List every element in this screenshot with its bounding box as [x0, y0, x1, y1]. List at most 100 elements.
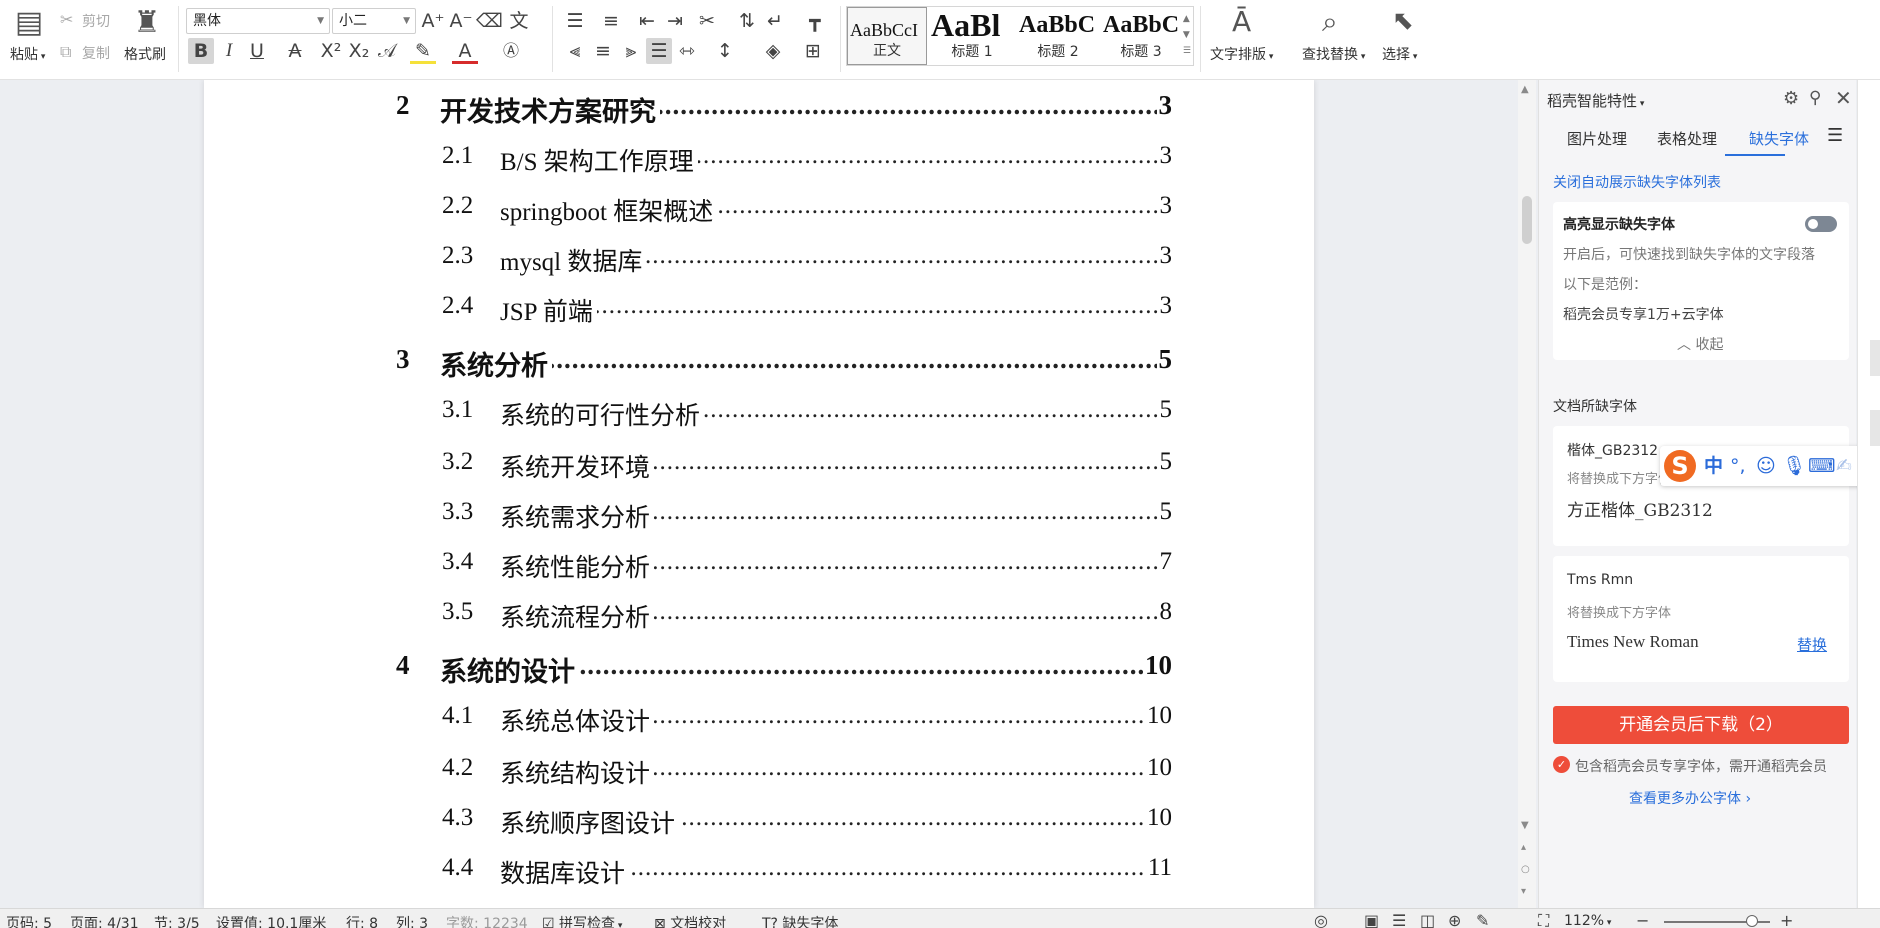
zoom-out-icon[interactable]: − [1636, 911, 1649, 928]
borders-icon[interactable]: ⊞ [800, 38, 826, 64]
select-browse-icon[interactable]: ○ [1521, 864, 1530, 875]
toc-entry[interactable]: 2.2 springboot 框架概述......................… [204, 186, 1314, 228]
style-heading-1[interactable]: AaBl 标题 1 [929, 7, 1015, 65]
auto-show-toggle-link[interactable]: 关闭自动展示缺失字体列表 [1553, 172, 1721, 192]
eye-protect-icon[interactable]: ◎ [1314, 911, 1328, 928]
web-view-icon[interactable]: ⊕ [1448, 911, 1461, 928]
next-page-icon[interactable]: ▾ [1521, 886, 1526, 897]
word-count[interactable]: 字数: 12234 [446, 913, 528, 928]
style-normal[interactable]: AaBbCcI 正文 [847, 7, 927, 65]
microphone-icon[interactable]: 🎙 [1782, 454, 1806, 478]
rail-tab[interactable] [1870, 340, 1880, 376]
gear-icon[interactable]: ⚙ [1783, 88, 1799, 109]
underline-button[interactable]: U [244, 38, 270, 64]
doc-proof-button[interactable]: ⊠ 文档校对 [654, 913, 726, 928]
decrease-indent-icon[interactable]: ⇤ [634, 8, 660, 34]
justify-icon[interactable]: ☰ [646, 38, 672, 64]
toc-entry[interactable]: 2.4 JSP 前端...............................… [204, 286, 1314, 328]
toc-entry[interactable]: 2.3 mysql 数据库............................… [204, 236, 1314, 278]
outline-view-icon[interactable]: ☰ [1392, 911, 1406, 928]
collapse-button[interactable]: ︿ 收起 [1677, 334, 1723, 354]
text-effect-icon[interactable]: 𝒜 [374, 38, 400, 64]
font-size-select[interactable]: 小二 ▼ [332, 8, 416, 34]
style-heading-3[interactable]: AaBbC 标题 3 [1101, 7, 1181, 65]
show-marks-icon[interactable]: ↵ [762, 8, 788, 34]
position-indicator[interactable]: 设置值: 10.1厘米 [216, 913, 326, 928]
toc-entry[interactable]: 3.1 系统的可行性分析.............................… [204, 390, 1314, 432]
paste-button[interactable]: 粘贴 ▾ [10, 46, 45, 66]
page-indicator[interactable]: 页面: 4/31 [70, 913, 139, 928]
chinese-layout-icon[interactable]: ✂ [694, 8, 720, 34]
subscript-button[interactable]: X₂ [346, 38, 372, 64]
grow-font-icon[interactable]: A⁺ [420, 8, 446, 34]
line-spacing-icon[interactable]: ↕ [712, 38, 738, 64]
styles-scroll-icon[interactable]: ▲ ▼ ☰ [1183, 11, 1191, 59]
toc-entry[interactable]: 3.5 系统流程分析...............................… [204, 592, 1314, 634]
section-indicator[interactable]: 节: 3/5 [154, 913, 200, 928]
close-icon[interactable]: ✕ [1835, 86, 1852, 110]
bullet-list-icon[interactable]: ☰ [562, 8, 588, 34]
reading-view-icon[interactable]: ◫ [1420, 911, 1435, 928]
handwriting-icon[interactable]: ✍ [1836, 454, 1852, 478]
format-painter-button[interactable]: 格式刷 [124, 46, 166, 64]
missing-font-status[interactable]: T? 缺失字体 [762, 913, 838, 928]
paste-icon[interactable]: ▤ [14, 8, 44, 38]
sort-icon[interactable]: ⇅ [734, 8, 760, 34]
toc-entry[interactable]: 3 系统分析...................................… [204, 338, 1314, 383]
find-replace-button[interactable]: 查找替换 ▾ [1302, 46, 1365, 66]
page-code[interactable]: 页码: 5 [6, 913, 52, 928]
align-right-icon[interactable]: ⫸ [618, 38, 644, 64]
toc-entry[interactable]: 3.2 系统开发环境...............................… [204, 442, 1314, 484]
tab-missing-font[interactable]: 缺失字体 [1749, 128, 1809, 149]
prev-page-icon[interactable]: ▴ [1521, 842, 1526, 853]
strikethrough-button[interactable]: A [282, 38, 308, 64]
scroll-down-icon[interactable]: ▼ [1521, 820, 1529, 831]
ime-punctuation-toggle[interactable]: °, [1730, 454, 1746, 478]
page-view-icon[interactable]: ▣ [1364, 911, 1379, 928]
text-layout-button[interactable]: 文字排版 ▾ [1210, 46, 1273, 66]
toc-entry[interactable]: 系统的实现 [204, 898, 1314, 908]
toc-entry[interactable]: 4.2 系统结构设计...............................… [204, 748, 1314, 790]
cut-button[interactable]: 剪切 [82, 13, 110, 31]
highlight-toggle[interactable] [1805, 216, 1837, 232]
panel-title[interactable]: 稻壳智能特性 ▾ [1547, 90, 1644, 111]
tab-image[interactable]: 图片处理 [1567, 128, 1627, 149]
scroll-up-icon[interactable]: ▲ [1521, 84, 1529, 95]
menu-icon[interactable]: ☰ [1827, 125, 1843, 146]
toc-entry[interactable]: 3.4 系统性能分析...............................… [204, 542, 1314, 584]
font-color-button[interactable]: A [452, 38, 478, 64]
align-left-icon[interactable]: ⫷ [562, 38, 588, 64]
toc-entry[interactable]: 3.3 系统需求分析...............................… [204, 492, 1314, 534]
highlight-color-button[interactable]: ✎ [410, 38, 436, 64]
numbered-list-icon[interactable]: ≡ [598, 8, 624, 34]
fit-page-icon[interactable]: ⛶ [1538, 911, 1549, 928]
copy-button[interactable]: 复制 [82, 45, 110, 63]
ime-mode-toggle[interactable]: 中 [1704, 454, 1723, 478]
zoom-in-icon[interactable]: + [1780, 911, 1793, 928]
style-heading-2[interactable]: AaBbC 标题 2 [1017, 7, 1099, 65]
bold-button[interactable]: B [188, 38, 214, 64]
align-center-icon[interactable]: ≡ [590, 38, 616, 64]
phonetic-icon[interactable]: 文 [506, 8, 532, 34]
zoom-slider-handle[interactable] [1746, 915, 1758, 927]
ime-toolbar[interactable]: S 中 °, ☺ 🎙 ⌨ ✍ 👕 [1660, 446, 1880, 486]
pin-icon[interactable]: ⚲ [1809, 88, 1821, 108]
font-name-select[interactable]: 黑体 ▼ [186, 8, 330, 34]
zoom-level[interactable]: 112% ▾ [1564, 913, 1611, 928]
document-page[interactable]: 2 开发技术方案研究...............................… [204, 80, 1314, 908]
scroll-thumb[interactable] [1522, 196, 1532, 244]
spell-check-button[interactable]: ☑ 拼写检查 ▾ [542, 913, 622, 928]
tab-ruler-icon[interactable]: ┳ [802, 8, 828, 34]
increase-indent-icon[interactable]: ⇥ [662, 8, 688, 34]
tab-table[interactable]: 表格处理 [1657, 128, 1717, 149]
toc-entry[interactable]: 4.3 系统顺序图设计..............................… [204, 798, 1314, 840]
rail-tab[interactable] [1870, 410, 1880, 446]
toc-entry[interactable]: 2 开发技术方案研究...............................… [204, 84, 1314, 129]
toc-entry[interactable]: 4.4 数据库设计................................… [204, 848, 1314, 890]
toc-entry[interactable]: 2.1 B/S 架构工作原理...........................… [204, 136, 1314, 178]
shading-icon[interactable]: ◈ [760, 38, 786, 64]
keyboard-icon[interactable]: ⌨ [1808, 454, 1835, 478]
select-button[interactable]: 选择 ▾ [1382, 46, 1417, 66]
more-fonts-link[interactable]: 查看更多办公字体 › [1629, 788, 1751, 808]
distributed-icon[interactable]: ⇿ [674, 38, 700, 64]
